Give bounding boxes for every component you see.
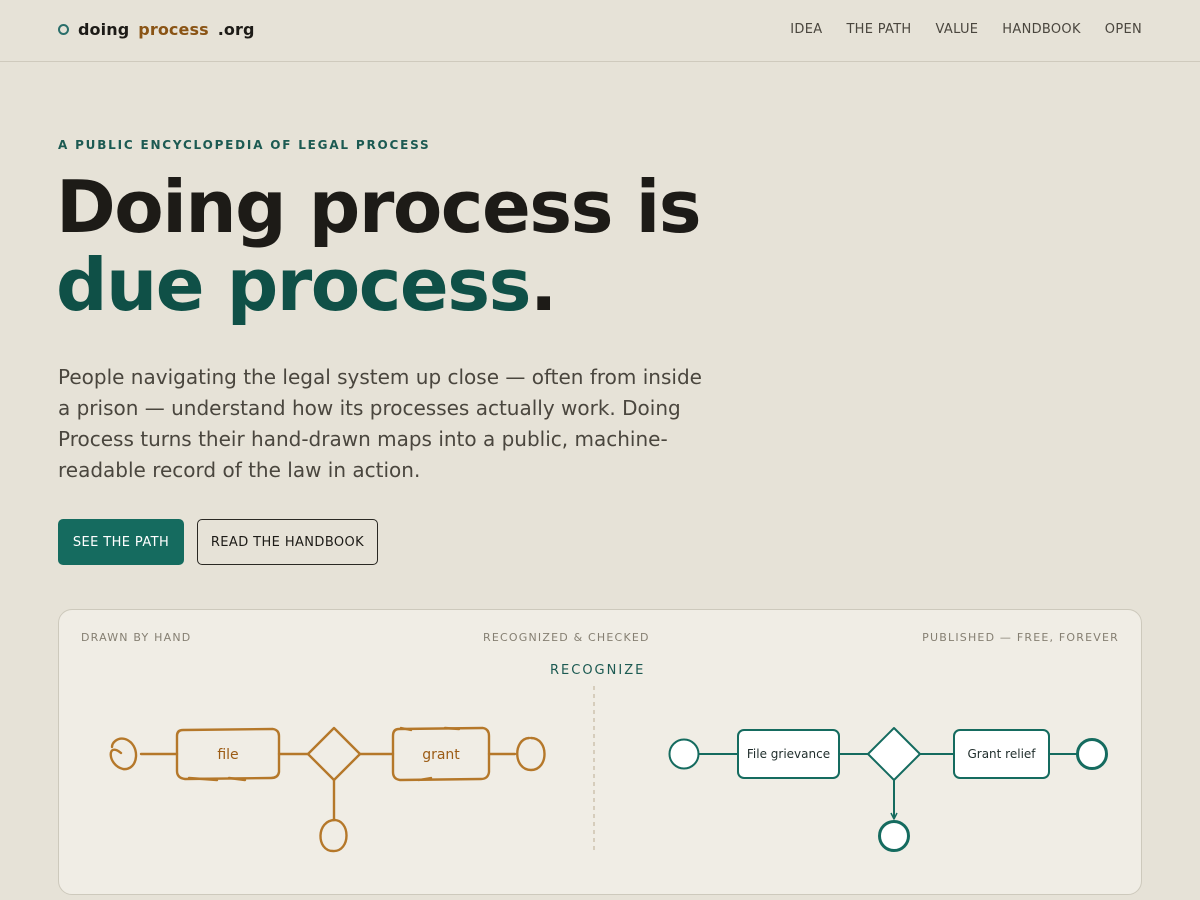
clean-exit-node (878, 820, 910, 852)
hero-description: People navigating the legal system up cl… (58, 365, 702, 482)
clean-flow (668, 727, 1108, 852)
headline-line-1: Doing process is (56, 165, 702, 249)
clean-decision-diamond (867, 727, 921, 781)
clean-step-grant-relief-label: Grant relief (967, 747, 1036, 761)
logo-circle-icon (58, 24, 69, 35)
main-nav: IDEA THE PATH VALUE HANDBOOK OPEN (790, 22, 1142, 37)
hand-step-file-label: file (217, 747, 238, 763)
hand-exit-node (319, 818, 348, 853)
logo-text-doing: doing (78, 20, 130, 39)
hand-end-node (516, 736, 546, 772)
headline-period: . (529, 243, 557, 327)
hand-start-node (109, 737, 138, 771)
logo-text-process: process (138, 20, 209, 39)
clean-start-node (668, 738, 700, 770)
nav-link-open[interactable]: OPEN (1105, 22, 1142, 37)
clean-end-node (1076, 738, 1108, 770)
hero-kicker: A PUBLIC ENCYCLOPEDIA OF LEGAL PROCESS (58, 138, 431, 152)
site-logo[interactable]: doing process .org (58, 20, 255, 39)
nav-link-value[interactable]: VALUE (936, 22, 979, 37)
nav-link-idea[interactable]: IDEA (790, 22, 822, 37)
clean-step-file-grievance-label: File grievance (747, 747, 830, 761)
headline-line-2: due process (56, 243, 531, 327)
nav-link-the-path[interactable]: THE PATH (846, 22, 911, 37)
process-diagram-card: DRAWN BY HAND RECOGNIZED & CHECKED PUBLI… (58, 609, 1142, 895)
see-the-path-button[interactable]: SEE THE PATH (58, 519, 184, 565)
hand-drawn-flow (109, 726, 546, 853)
hero-headline: Doing process is due process. (56, 165, 702, 327)
read-the-handbook-button[interactable]: READ THE HANDBOOK (197, 519, 378, 565)
hand-step-grant-label: grant (422, 747, 460, 763)
process-diagram: file grant File grievance Grant relief (109, 686, 1108, 853)
nav-link-handbook[interactable]: HANDBOOK (1002, 22, 1080, 37)
hand-decision-diamond (306, 726, 362, 782)
logo-text-org: .org (217, 20, 255, 39)
top-navigation-bar: doing process .org IDEA THE PATH VALUE H… (0, 0, 1200, 62)
